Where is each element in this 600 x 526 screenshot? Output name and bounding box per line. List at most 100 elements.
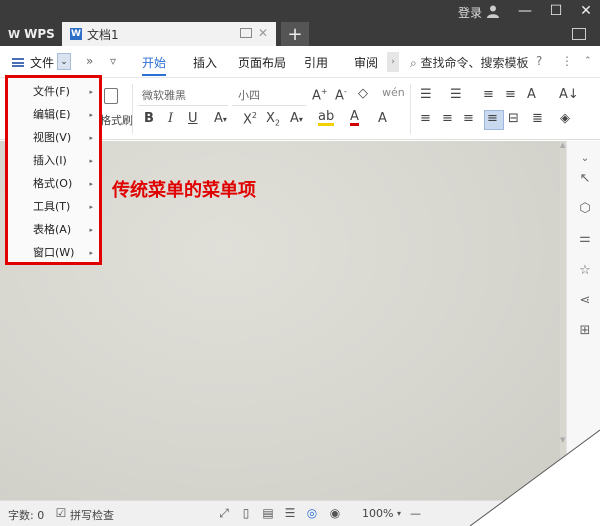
classic-menu-item-insert[interactable]: 插入(I) ▸ — [8, 151, 99, 171]
align-left-icon[interactable]: ≡ — [420, 111, 431, 126]
tab-page-layout[interactable]: 页面布局 — [238, 54, 286, 71]
file-menu-button[interactable]: 文件 — [30, 54, 54, 71]
shapes-icon[interactable]: ⬡ — [578, 201, 592, 216]
document-tab[interactable]: W 文档1 ✕ — [62, 22, 276, 46]
right-task-pane: ⌄ ↖ ⬡ ⚌ ☆ ⋖ ⊞ — [566, 141, 600, 500]
highlight-color-icon[interactable]: ab — [318, 110, 335, 126]
hamburger-menu-icon[interactable] — [12, 58, 24, 67]
share-icon[interactable]: ⋖ — [578, 293, 592, 308]
spell-check-label[interactable]: 拼写检查 — [70, 507, 114, 523]
outline-view-icon[interactable]: ☰ — [283, 506, 297, 520]
sort-icon[interactable]: A↓ — [559, 87, 579, 102]
close-window-button[interactable]: ✕ — [573, 2, 599, 20]
menu-item-label: 窗口(W) — [33, 246, 75, 259]
word-doc-icon: W — [70, 28, 82, 40]
menu-item-label: 视图(V) — [33, 131, 72, 144]
menu-item-label: 工具(T) — [33, 200, 71, 213]
line-spacing-icon[interactable]: ≣ — [532, 111, 543, 126]
status-bar: 字数: 0 ☑ 拼写检查 ⤢ ▯ ▤ ☰ ◎ ◉ 100% ▾ — — [0, 500, 600, 526]
star-icon[interactable]: ☆ — [578, 263, 592, 278]
classic-menu-item-window[interactable]: 窗口(W) ▸ — [8, 243, 99, 263]
spell-check-icon[interactable]: ☑ — [54, 506, 68, 520]
classic-menu-item-format[interactable]: 格式(O) ▸ — [8, 174, 99, 194]
tab-start[interactable]: 开始 — [142, 54, 167, 76]
close-tab-icon[interactable]: ✕ — [258, 26, 268, 40]
char-shading-icon[interactable]: A — [378, 111, 387, 126]
collapse-ribbon-icon[interactable]: ⌃ — [584, 56, 592, 66]
italic-button[interactable]: I — [168, 111, 173, 126]
help-icon[interactable]: ? — [536, 54, 542, 68]
classic-menu-item-table[interactable]: 表格(A) ▸ — [8, 220, 99, 240]
adjust-settings-icon[interactable]: ⚌ — [578, 231, 592, 246]
menu-item-label: 插入(I) — [33, 154, 67, 167]
minimize-button[interactable]: — — [512, 2, 538, 20]
expand-tabs-button[interactable]: › — [387, 52, 399, 72]
classic-menu-item-file[interactable]: 文件(F) ▸ — [8, 82, 99, 102]
distributed-align-icon[interactable]: ⊟ — [508, 111, 519, 126]
eye-protection-icon[interactable]: ◉ — [328, 506, 342, 520]
font-name-select[interactable]: 微软雅黑 — [138, 86, 228, 106]
bold-button[interactable]: B — [144, 111, 154, 126]
ribbon-divider — [410, 84, 411, 134]
search-icon: ⌕ — [410, 56, 421, 70]
apps-grid-icon[interactable]: ⊞ — [578, 323, 592, 338]
tab-insert[interactable]: 插入 — [193, 54, 217, 71]
submenu-arrow-icon: ▸ — [89, 226, 93, 234]
font-size-select[interactable]: 小四 — [232, 86, 306, 106]
options-icon[interactable]: ⋮ — [561, 54, 573, 68]
sidebar-toggle-icon[interactable] — [572, 28, 586, 40]
pinyin-guide-icon[interactable]: wén — [382, 86, 405, 99]
maximize-button[interactable]: ☐ — [543, 2, 569, 20]
select-cursor-icon[interactable]: ↖ — [578, 171, 592, 186]
classic-menu-item-view[interactable]: 视图(V) ▸ — [8, 128, 99, 148]
text-direction-icon[interactable]: A — [527, 87, 536, 102]
align-right-icon[interactable]: ≡ — [463, 111, 474, 126]
font-color-icon[interactable]: A — [350, 110, 359, 126]
login-link[interactable]: 登录 — [458, 4, 482, 21]
strikethrough-icon[interactable]: A▾ — [214, 111, 227, 126]
zoom-out-button[interactable]: — — [410, 507, 421, 520]
zoom-level[interactable]: 100% — [362, 507, 393, 520]
tab-references[interactable]: 引用 — [304, 54, 328, 71]
collapse-pane-icon[interactable]: ⌄ — [578, 151, 592, 165]
superscript-icon[interactable]: X2 — [243, 111, 257, 127]
clear-format-icon[interactable]: ◇ — [358, 86, 368, 101]
reading-mode-icon[interactable]: ▯ — [239, 506, 253, 520]
web-view-icon[interactable]: ◎ — [305, 506, 319, 520]
menu-item-label: 文件(F) — [33, 85, 70, 98]
align-center-icon[interactable]: ≡ — [442, 111, 453, 126]
page-view-icon[interactable]: ▤ — [261, 506, 275, 520]
bullet-list-icon[interactable]: ☰ — [420, 87, 432, 102]
subscript-icon[interactable]: X2 — [266, 111, 280, 128]
increase-indent-icon[interactable]: ≡ — [505, 87, 516, 102]
user-avatar-icon[interactable] — [486, 4, 500, 18]
submenu-arrow-icon: ▸ — [89, 203, 93, 211]
search-placeholder: 查找命令、搜索模板 — [420, 56, 529, 70]
submenu-arrow-icon: ▸ — [89, 88, 93, 96]
new-tab-button[interactable]: + — [281, 22, 309, 46]
monitor-icon[interactable] — [240, 28, 252, 38]
underline-button[interactable]: U — [188, 111, 198, 126]
menu-item-label: 格式(O) — [33, 177, 73, 190]
word-count[interactable]: 字数: 0 — [8, 507, 44, 523]
fullscreen-icon[interactable]: ⤢ — [217, 506, 231, 520]
format-painter-icon[interactable] — [104, 88, 118, 104]
numbered-list-icon[interactable]: ☰ — [450, 87, 462, 102]
decrease-indent-icon[interactable]: ≡ — [483, 87, 494, 102]
format-painter-label[interactable]: 格式刷 — [100, 112, 133, 128]
shrink-font-icon[interactable]: A- — [335, 87, 347, 103]
wps-home-tab[interactable]: W WPS — [0, 22, 60, 46]
file-dropdown-toggle[interactable]: ⌄ — [57, 53, 71, 70]
classic-menu-item-tools[interactable]: 工具(T) ▸ — [8, 197, 99, 217]
command-search-box[interactable]: ⌕ 查找命令、搜索模板 — [410, 54, 529, 71]
zoom-dropdown-icon[interactable]: ▾ — [392, 506, 406, 520]
wps-logo-icon: W — [8, 27, 21, 41]
annotation-caption: 传统菜单的菜单项 — [112, 180, 256, 201]
customize-toolbar-icon[interactable]: ▿ — [110, 54, 116, 68]
tab-review[interactable]: 审阅 — [354, 54, 378, 71]
more-commands-icon[interactable]: » — [86, 54, 93, 68]
grow-font-icon[interactable]: A+ — [312, 87, 328, 103]
classic-menu-item-edit[interactable]: 编辑(E) ▸ — [8, 105, 99, 125]
shading-icon[interactable]: ◈ — [560, 111, 570, 126]
text-effect-icon[interactable]: A▾ — [290, 111, 303, 126]
